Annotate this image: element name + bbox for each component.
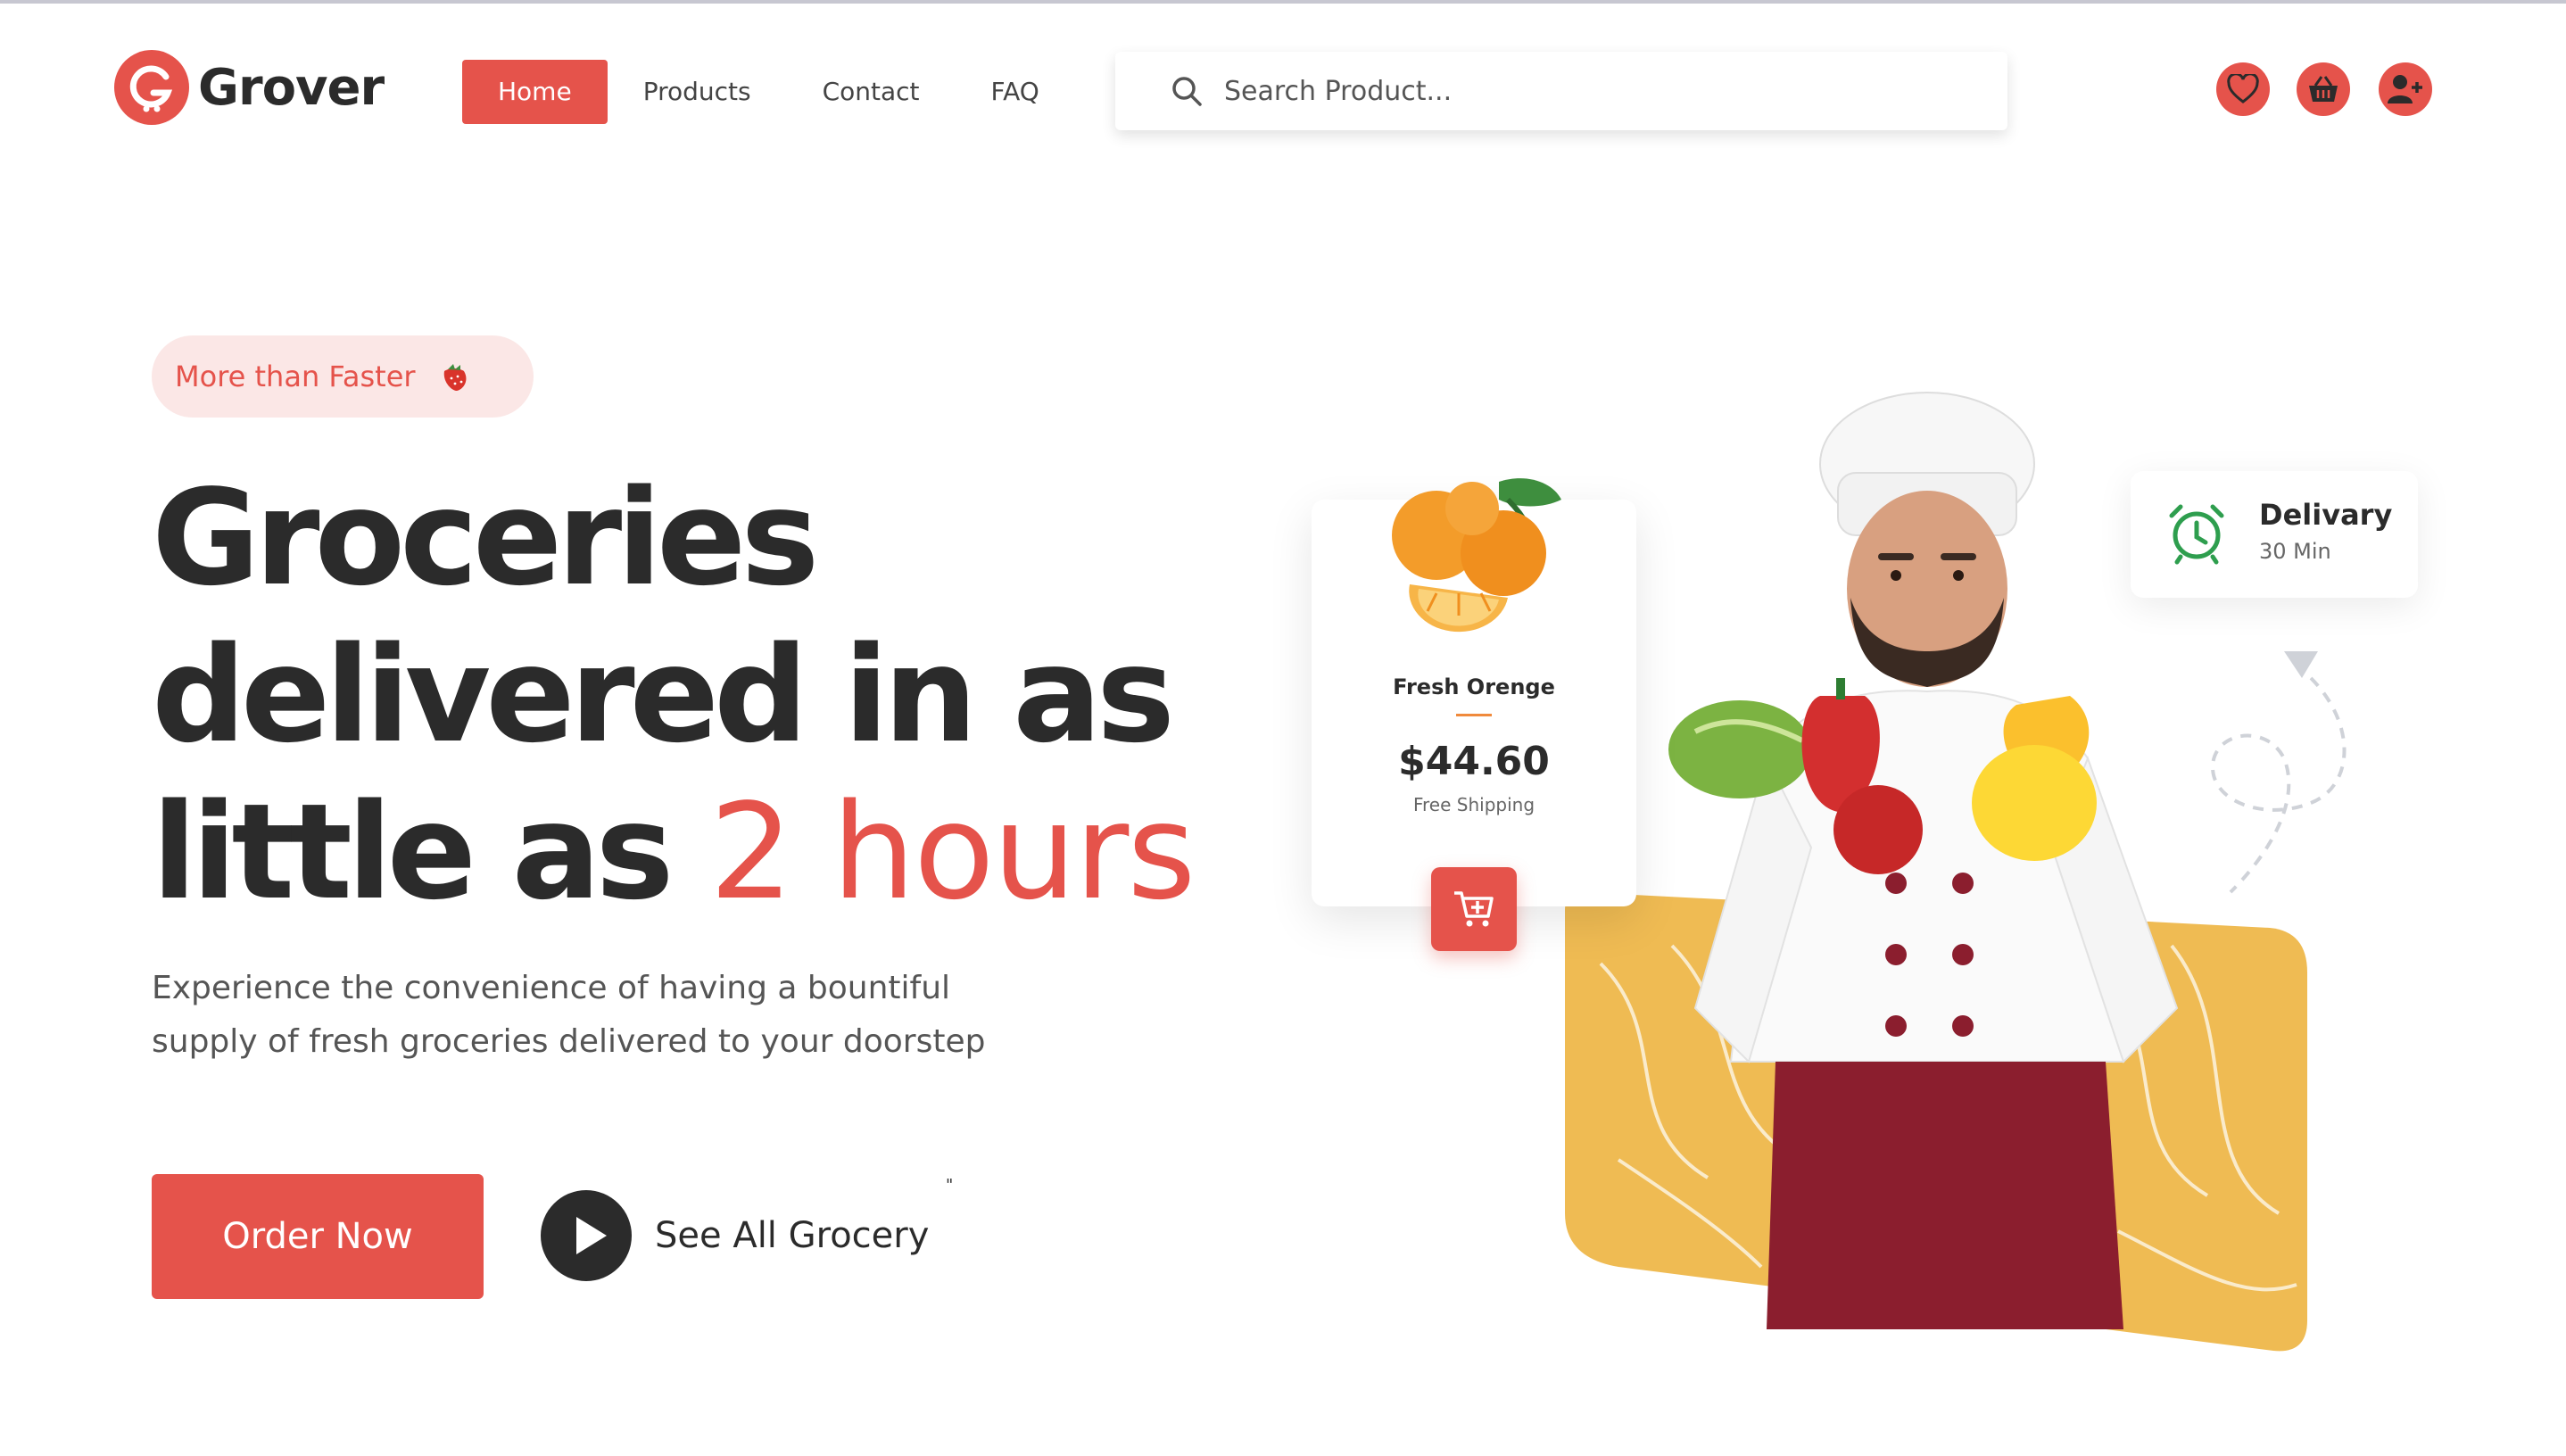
wishlist-button[interactable] — [2216, 62, 2270, 116]
nav-home[interactable]: Home — [462, 60, 608, 124]
search-icon[interactable] — [1169, 73, 1204, 109]
see-all-grocery-link[interactable]: See All Grocery — [541, 1190, 929, 1281]
headline-line-1: Groceries — [152, 461, 819, 615]
main-nav: Home Products Contact FAQ — [462, 60, 1075, 124]
add-to-cart-button[interactable] — [1431, 867, 1517, 951]
hero-description: Experience the convenience of having a b… — [152, 962, 1044, 1069]
search-input[interactable] — [1224, 75, 1956, 107]
nav-faq[interactable]: FAQ — [956, 60, 1075, 124]
delivery-time: 30 Min — [2259, 539, 2331, 564]
basket-icon — [2309, 76, 2338, 102]
account-button[interactable] — [2379, 62, 2432, 116]
nav-contact[interactable]: Contact — [787, 60, 956, 124]
search-bar — [1115, 52, 2007, 130]
product-shipping: Free Shipping — [1412, 794, 1535, 815]
cart-add-icon — [1454, 891, 1494, 927]
hero-badge: More than Faster — [152, 335, 534, 418]
order-now-button[interactable]: Order Now — [152, 1174, 484, 1299]
cart-button[interactable] — [2297, 62, 2350, 116]
play-icon — [541, 1190, 632, 1281]
logo-mark-icon — [114, 50, 189, 125]
hero-headline: Groceries delivered in as little as 2 ho… — [152, 459, 1312, 931]
user-plus-icon — [2388, 75, 2422, 103]
hero-badge-text: More than Faster — [175, 360, 416, 393]
brand-name: Grover — [198, 58, 385, 117]
window-top-border — [0, 0, 2566, 4]
description-line-2: supply of fresh groceries delivered to y… — [152, 1023, 986, 1060]
delivery-card: Delivary 30 Min — [2131, 471, 2418, 598]
stray-mark: " — [946, 1176, 954, 1195]
oranges-image — [1392, 478, 1561, 633]
headline-accent: 2 hours — [709, 775, 1196, 929]
dashed-route-decoration — [2210, 651, 2347, 894]
see-all-grocery-label: See All Grocery — [655, 1215, 930, 1256]
strawberry-icon — [443, 364, 466, 391]
product-divider — [1456, 714, 1492, 716]
delivery-title: Delivary — [2259, 498, 2393, 532]
product-name: Fresh Orenge — [1393, 674, 1555, 699]
description-line-1: Experience the convenience of having a b… — [152, 970, 951, 1006]
headline-line-2: delivered in as — [152, 618, 1175, 772]
headline-line-3-prefix: little as — [152, 775, 675, 929]
heart-icon — [2227, 74, 2259, 103]
alarm-clock-icon — [2169, 504, 2224, 565]
brand-logo[interactable]: Grover — [114, 50, 385, 125]
product-price: $44.60 — [1398, 739, 1550, 784]
nav-products[interactable]: Products — [608, 60, 787, 124]
